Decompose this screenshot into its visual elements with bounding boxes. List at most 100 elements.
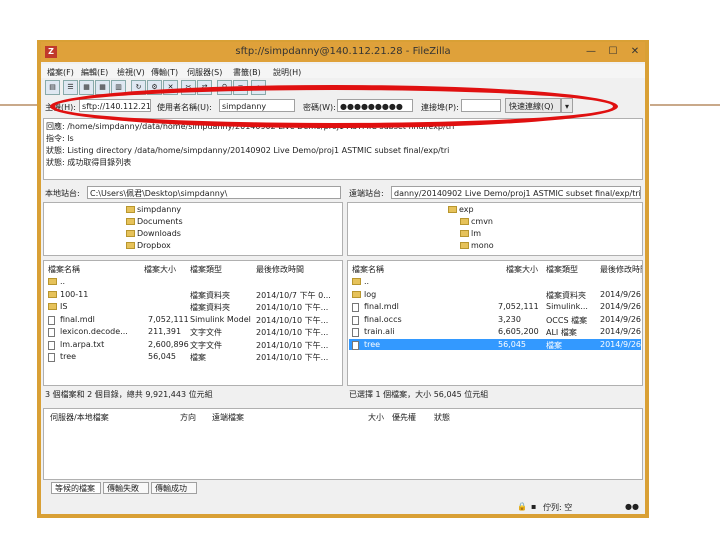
column-header-name[interactable]: 檔案名稱 <box>48 264 80 275</box>
file-type: Simulink... <box>546 302 588 311</box>
file-type: Simulink Model <box>190 314 251 324</box>
file-name: final.mdl <box>60 314 95 324</box>
menu-bookmarks[interactable]: 書籤(B) <box>233 67 261 78</box>
file-name: tree <box>364 339 381 349</box>
tab-successful-transfers[interactable]: 傳輸成功 <box>151 482 197 494</box>
column-header-type[interactable]: 檔案類型 <box>190 264 222 275</box>
log-line: 狀態: Listing directory /data/home/simpdan… <box>46 146 450 155</box>
file-type: ALI 檔案 <box>546 328 577 337</box>
file-date: 2014/10/7 下午 0... <box>256 290 331 300</box>
folder-icon <box>352 278 361 285</box>
menu-file[interactable]: 檔案(F) <box>47 67 74 78</box>
file-date: 2014/10/10 下午... <box>256 340 329 350</box>
file-icon <box>352 303 359 312</box>
server-icon: ▪ <box>531 502 537 511</box>
file-date: 2014/10/10 下午... <box>256 315 329 325</box>
lock-icon: 🔒 <box>517 502 527 511</box>
site-manager-icon[interactable]: ▤ <box>45 80 60 95</box>
file-name: .. <box>364 277 370 286</box>
local-status: 3 個檔案和 2 個目錄，總共 9,921,443 位元組 <box>43 388 343 400</box>
menu-help[interactable]: 說明(H) <box>273 67 301 78</box>
queue-header-local[interactable]: 伺服器/本地檔案 <box>50 412 109 423</box>
remote-directory-tree[interactable]: exp cmvn lm mono <box>347 202 643 256</box>
file-icon <box>48 315 55 325</box>
column-header-name[interactable]: 檔案名稱 <box>352 264 384 275</box>
file-date: 2014/9/26 <box>600 302 642 311</box>
tree-item[interactable]: mono <box>460 241 494 250</box>
folder-icon <box>460 230 469 237</box>
column-header-size[interactable]: 檔案大小 <box>506 264 538 275</box>
menu-server[interactable]: 伺服器(S) <box>187 67 222 78</box>
maximize-button[interactable]: ☐ <box>603 44 623 60</box>
queue-header-priority[interactable]: 優先權 <box>392 412 416 423</box>
menu-transfer[interactable]: 傳輸(T) <box>151 67 178 78</box>
queue-header-remote[interactable]: 遠端檔案 <box>212 412 244 423</box>
tree-item[interactable]: simpdanny <box>126 205 181 214</box>
local-file-list[interactable]: 檔案名稱 檔案大小 檔案類型 最後修改時間 .. 100-11 檔案資料夾 2014/… <box>43 260 343 386</box>
file-type: 文字文件 <box>190 328 222 337</box>
file-size: 7,052,111 <box>498 302 539 311</box>
remote-path-label: 遠端站台: <box>349 189 384 198</box>
selected-row-highlight <box>349 338 641 350</box>
file-type: 檔案 <box>190 353 206 362</box>
minimize-button[interactable]: — <box>581 44 601 60</box>
local-tree-icon[interactable]: ▦ <box>79 80 94 95</box>
remote-path-row: 遠端站台: danny/20140902 Live Demo/proj1 AST… <box>347 186 643 200</box>
folder-icon <box>48 290 57 298</box>
local-path-row: 本地站台: C:\Users\佩君\Desktop\simpdanny\ <box>43 186 343 200</box>
tab-queued-files[interactable]: 等候的檔案 <box>51 482 101 494</box>
tree-item[interactable]: Downloads <box>126 229 181 238</box>
tree-item[interactable]: Documents <box>126 217 183 226</box>
transfer-queue[interactable]: 伺服器/本地檔案 方向 遠端檔案 大小 優先權 狀態 <box>43 408 643 480</box>
slide-decoration-line-left <box>0 104 40 106</box>
close-button[interactable]: ✕ <box>625 44 645 60</box>
log-line: 指令: ls <box>46 134 74 143</box>
file-date: 2014/9/26 <box>600 339 642 349</box>
file-size: 2,600,896 <box>148 339 189 349</box>
folder-icon <box>48 303 57 310</box>
tree-item[interactable]: Dropbox <box>126 241 171 250</box>
file-size: 7,052,111 <box>148 314 189 324</box>
file-type: 文字文件 <box>190 340 222 350</box>
remote-status: 已選擇 1 個檔案，大小 56,045 位元組 <box>347 388 643 400</box>
window-title: sftp://simpdanny@140.112.21.28 - FileZil… <box>235 46 451 57</box>
local-path-input[interactable]: C:\Users\佩君\Desktop\simpdanny\ <box>87 186 341 199</box>
column-header-type[interactable]: 檔案類型 <box>546 264 578 275</box>
menu-view[interactable]: 檢視(V) <box>117 67 145 78</box>
status-bar: 🔒 ▪ 佇列: 空 ●● <box>41 500 645 514</box>
folder-icon <box>126 218 135 225</box>
file-name: final.occs <box>364 314 402 324</box>
log-line: 狀態: 成功取得目錄列表 <box>46 158 132 167</box>
file-name: 100-11 <box>60 289 89 299</box>
column-header-size[interactable]: 檔案大小 <box>144 264 176 275</box>
tab-failed-transfers[interactable]: 傳輸失敗 <box>103 482 149 494</box>
folder-icon <box>460 218 469 225</box>
tree-item[interactable]: lm <box>460 229 481 238</box>
file-size: 3,230 <box>498 314 521 324</box>
file-icon <box>48 353 55 362</box>
queue-header-status[interactable]: 狀態 <box>434 412 450 423</box>
folder-icon <box>460 242 469 249</box>
file-type: OCCS 檔案 <box>546 315 588 325</box>
file-type: 檔案資料夾 <box>190 290 230 300</box>
file-date: 2014/10/10 下午... <box>256 353 329 362</box>
file-icon <box>352 340 359 350</box>
menu-edit[interactable]: 編輯(E) <box>81 67 108 78</box>
tree-item[interactable]: cmvn <box>460 217 493 226</box>
file-name: log <box>364 289 377 299</box>
file-name: lexicon.decode... <box>60 327 128 336</box>
remote-file-list[interactable]: 檔案名稱 檔案大小 檔案類型 最後修改時間 .. log 檔案資料夾 2014/9/2… <box>347 260 643 386</box>
highlight-oval <box>50 85 618 128</box>
column-header-modified[interactable]: 最後修改時間 <box>600 264 642 275</box>
file-name: train.ali <box>364 327 395 336</box>
column-header-modified[interactable]: 最後修改時間 <box>256 264 304 275</box>
file-icon <box>352 315 359 325</box>
tree-item[interactable]: exp <box>448 205 474 214</box>
queue-header-direction[interactable]: 方向 <box>180 412 196 423</box>
file-type: 檔案資料夾 <box>546 290 586 300</box>
queue-header-size[interactable]: 大小 <box>368 412 384 423</box>
remote-path-input[interactable]: danny/20140902 Live Demo/proj1 ASTMIC su… <box>391 186 641 199</box>
local-directory-tree[interactable]: simpdanny Documents Downloads Dropbox <box>43 202 343 256</box>
message-log-icon[interactable]: ☰ <box>63 80 78 95</box>
file-name: lm.arpa.txt <box>60 339 105 349</box>
